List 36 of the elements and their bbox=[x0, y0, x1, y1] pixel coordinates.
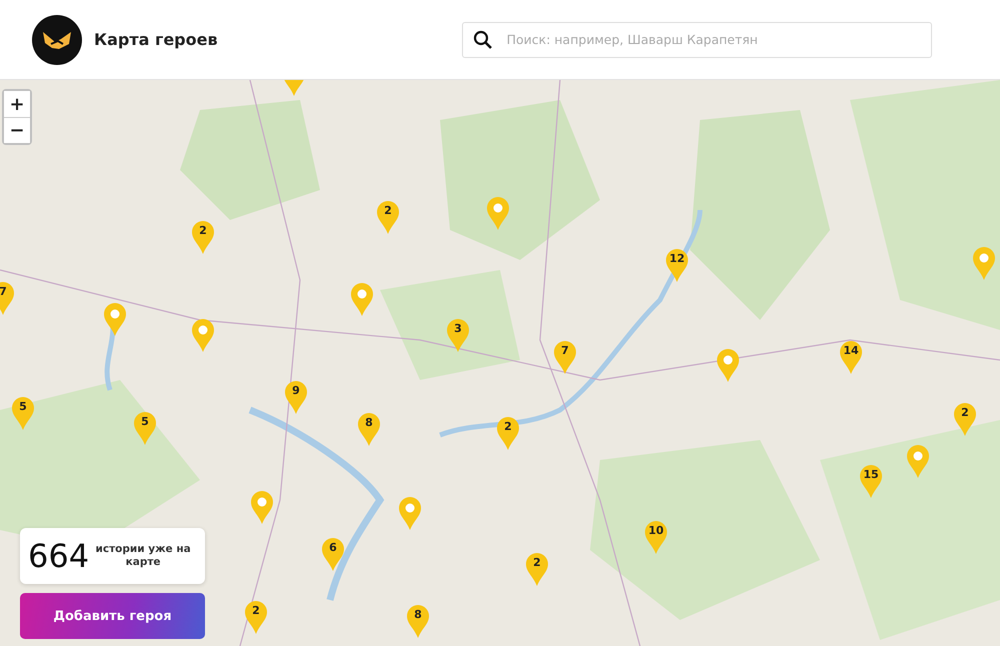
map-marker[interactable]: 5 bbox=[11, 396, 35, 430]
map-marker[interactable]: 14 bbox=[839, 340, 863, 374]
map-marker[interactable]: 10 bbox=[644, 520, 668, 554]
story-count: 664 bbox=[28, 537, 90, 575]
map-marker[interactable] bbox=[191, 318, 215, 352]
map-marker[interactable] bbox=[350, 282, 374, 316]
zoom-out-button[interactable]: − bbox=[4, 117, 30, 143]
map-marker[interactable]: 5 bbox=[133, 411, 157, 445]
map-marker[interactable] bbox=[103, 302, 127, 336]
map-marker[interactable]: 3 bbox=[446, 318, 470, 352]
map-marker[interactable]: 12 bbox=[665, 248, 689, 282]
map-marker[interactable]: 7 bbox=[553, 340, 577, 374]
map-marker[interactable]: 8 bbox=[357, 412, 381, 446]
map-marker[interactable] bbox=[398, 496, 422, 530]
map-marker[interactable]: 2 bbox=[244, 600, 268, 634]
map-marker[interactable]: 2 bbox=[191, 220, 215, 254]
map-marker[interactable]: 2 bbox=[496, 416, 520, 450]
map-marker[interactable]: 8 bbox=[406, 604, 430, 638]
logo-icon[interactable] bbox=[32, 14, 82, 64]
map-marker[interactable]: 2 bbox=[525, 552, 549, 586]
map-marker[interactable] bbox=[250, 490, 274, 524]
map-marker[interactable] bbox=[906, 444, 930, 478]
map-marker[interactable]: 2 bbox=[376, 200, 400, 234]
map-marker[interactable] bbox=[716, 348, 740, 382]
map-marker[interactable]: 7 bbox=[0, 281, 15, 315]
stats-caption: истории уже на карте bbox=[95, 543, 192, 569]
map-marker[interactable]: 6 bbox=[321, 537, 345, 571]
site-title: Карта героев bbox=[94, 30, 218, 49]
map-marker[interactable] bbox=[972, 246, 996, 280]
search-bar[interactable]: Поиск: например, Шаварш Карапетян bbox=[462, 22, 932, 58]
map-marker[interactable]: 15 bbox=[859, 464, 883, 498]
map-marker[interactable]: 9 bbox=[284, 380, 308, 414]
add-hero-button[interactable]: Добавить героя bbox=[20, 593, 205, 639]
map-marker[interactable] bbox=[486, 196, 510, 230]
search-icon bbox=[472, 30, 493, 50]
map-marker[interactable]: 2 bbox=[953, 402, 977, 436]
